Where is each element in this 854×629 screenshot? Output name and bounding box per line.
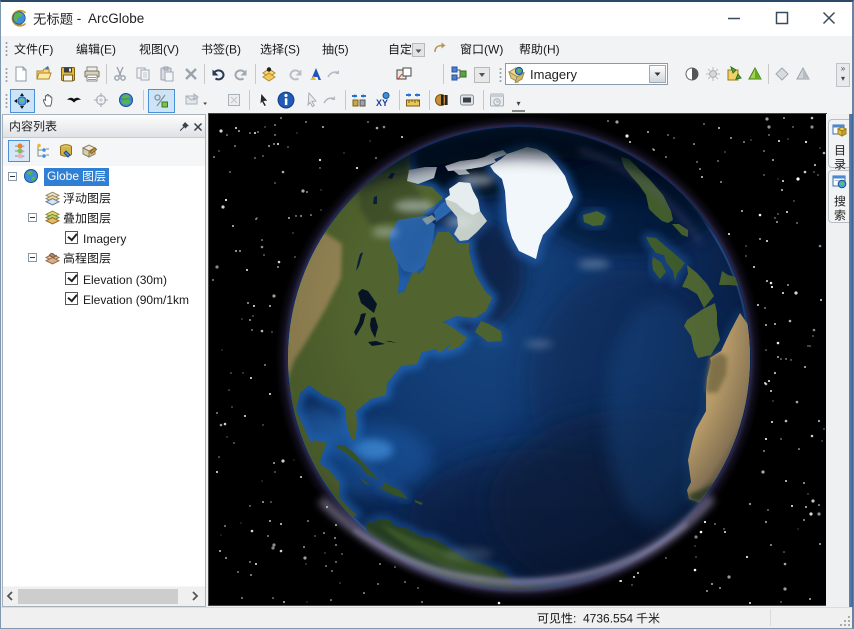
svg-text:XY: XY [376,98,388,108]
